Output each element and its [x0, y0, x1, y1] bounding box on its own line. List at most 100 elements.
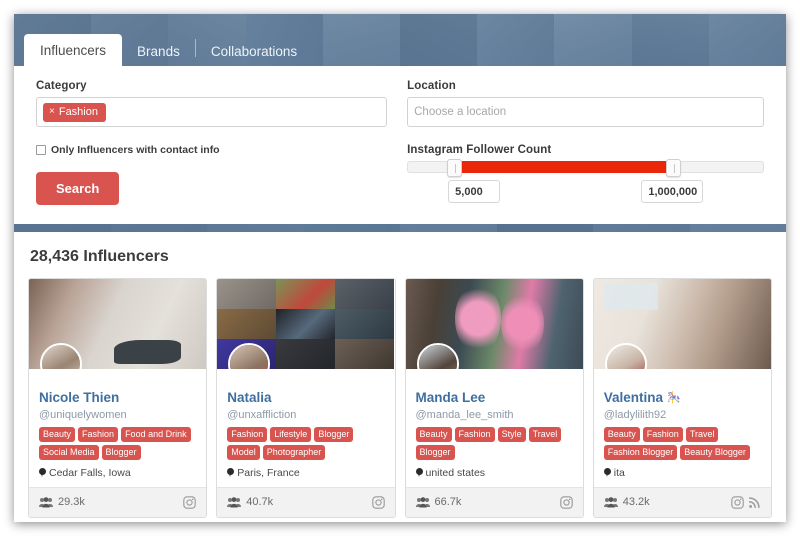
instagram-icon[interactable] — [183, 496, 197, 509]
tag[interactable]: Social Media — [39, 444, 99, 460]
instagram-icon[interactable] — [731, 496, 744, 509]
influencer-handle: @ladylilith92 — [603, 408, 667, 421]
influencer-name[interactable]: Natalia — [227, 390, 384, 406]
tag[interactable]: Fashion — [78, 426, 119, 442]
location-pin-icon — [227, 467, 235, 478]
influencer-location: Cedar Falls, Iowa — [39, 467, 196, 479]
search-button[interactable]: Search — [36, 172, 120, 205]
search-left-column: Category × Fashion Only Influencers with… — [36, 80, 388, 206]
influencer-tags: Fashion Lifestyle Blogger Model Photogra… — [227, 426, 384, 460]
tag[interactable]: Blogger — [415, 444, 455, 460]
influencer-name-text: Valentina — [603, 390, 664, 405]
card-body: Natalia @unxaffliction Fashion Lifestyle… — [217, 369, 394, 487]
tag[interactable]: Travel — [685, 426, 719, 442]
users-icon — [603, 497, 618, 508]
card-cover-photo — [217, 279, 395, 369]
influencer-tags: Beauty Fashion Food and Drink Social Med… — [39, 426, 196, 460]
category-input[interactable]: × Fashion — [36, 97, 388, 127]
slider-handle-min[interactable] — [447, 159, 463, 177]
influencer-handle: @manda_lee_smith — [415, 408, 514, 421]
tag[interactable]: Model — [227, 444, 260, 460]
tag[interactable]: Beauty — [603, 426, 640, 442]
main-tabs: Influencers Brands Collaborations — [24, 33, 312, 67]
tag[interactable]: Beauty — [39, 426, 76, 442]
follower-stat: 66.7k — [415, 496, 461, 508]
tag[interactable]: Beauty Blogger — [680, 444, 750, 460]
users-icon — [415, 497, 430, 508]
location-text: Cedar Falls, Iowa — [49, 466, 131, 479]
tag[interactable]: Travel — [528, 426, 562, 442]
slider-range-fill — [457, 161, 675, 173]
tab-collaborations[interactable]: Collaborations — [196, 36, 312, 67]
card-body: Nicole Thien @uniquelywomen Beauty Fashi… — [29, 369, 206, 487]
card-footer: 40.7k — [217, 486, 395, 517]
contact-info-checkbox[interactable] — [36, 145, 46, 155]
card-body: Manda Lee @manda_lee_smith Beauty Fashio… — [406, 369, 583, 487]
influencer-name[interactable]: Valentina 🎠 — [603, 390, 761, 406]
influencer-handle: @unxaffliction — [227, 408, 297, 421]
tag[interactable]: Beauty — [415, 426, 452, 442]
location-input[interactable]: Choose a location — [407, 97, 764, 127]
influencer-handle: @uniquelywomen — [39, 408, 127, 421]
influencer-name-text: Natalia — [227, 390, 272, 405]
tag[interactable]: Style — [497, 426, 526, 442]
users-icon — [39, 497, 53, 508]
tag[interactable]: Blogger — [314, 426, 354, 442]
results-section: 28,436 Influencers Nicole Thien @uniquel… — [14, 232, 786, 518]
rss-icon[interactable] — [748, 496, 761, 509]
follower-stat: 40.7k — [227, 496, 273, 508]
influencer-card-grid: Nicole Thien @uniquelywomen Beauty Fashi… — [28, 278, 772, 518]
follower-stat: 43.2k — [603, 496, 650, 508]
tag[interactable]: Fashion — [642, 426, 683, 442]
instagram-icon[interactable] — [371, 496, 385, 509]
follower-stat: 29.3k — [39, 496, 85, 508]
influencer-location: Paris, France — [227, 467, 384, 479]
tab-influencers[interactable]: Influencers — [24, 33, 123, 66]
slider-handle-max[interactable] — [666, 159, 682, 177]
influencer-card[interactable]: Manda Lee @manda_lee_smith Beauty Fashio… — [404, 278, 584, 518]
category-token-label: Fashion — [58, 105, 98, 118]
follower-min-input[interactable]: 5,000 — [448, 180, 501, 203]
influencer-tags: Beauty Fashion Style Travel Blogger — [415, 426, 573, 460]
influencer-card[interactable]: Valentina 🎠 @ladylilith92 Beauty Fashion… — [592, 278, 772, 518]
search-panel: Category × Fashion Only Influencers with… — [14, 66, 786, 224]
tag[interactable]: Photographer — [262, 444, 326, 460]
influencer-location: united states — [415, 467, 573, 479]
influencer-tags: Beauty Fashion Travel Fashion Blogger Be… — [603, 426, 761, 460]
header-band: Influencers Brands Collaborations — [14, 14, 786, 66]
card-cover-photo — [29, 279, 207, 369]
users-icon — [227, 497, 242, 508]
influencer-location: ita — [603, 466, 761, 479]
tag[interactable]: Lifestyle — [270, 426, 312, 442]
influencer-card[interactable]: Natalia @unxaffliction Fashion Lifestyle… — [216, 278, 396, 518]
tag[interactable]: Fashion — [227, 426, 268, 442]
tab-brands[interactable]: Brands — [122, 36, 195, 67]
contact-info-checkbox-row[interactable]: Only Influencers with contact info — [36, 144, 387, 156]
card-social-links — [371, 496, 385, 509]
location-label: Location — [407, 80, 456, 92]
search-panel-wrap: Category × Fashion Only Influencers with… — [14, 66, 786, 232]
influencer-name-text: Nicole Thien — [39, 390, 120, 405]
location-text: ita — [613, 466, 625, 479]
card-cover-photo — [405, 279, 583, 369]
influencer-name[interactable]: Nicole Thien — [39, 390, 196, 406]
location-placeholder: Choose a location — [414, 106, 507, 118]
tag[interactable]: Food and Drink — [121, 426, 191, 442]
card-social-links — [559, 496, 573, 509]
influencer-card[interactable]: Nicole Thien @uniquelywomen Beauty Fashi… — [28, 278, 208, 518]
card-footer: 43.2k — [593, 486, 771, 517]
remove-token-icon[interactable]: × — [49, 107, 55, 117]
instagram-icon[interactable] — [559, 496, 573, 509]
follower-count-slider[interactable] — [407, 159, 764, 177]
tag[interactable]: Fashion — [454, 426, 495, 442]
card-social-links — [731, 496, 761, 509]
tag[interactable]: Blogger — [101, 444, 141, 460]
tag[interactable]: Fashion Blogger — [603, 444, 678, 460]
app-window: Influencers Brands Collaborations Catego… — [14, 14, 786, 522]
influencer-name[interactable]: Manda Lee — [416, 390, 573, 406]
card-social-links — [183, 496, 197, 509]
follower-max-input[interactable]: 1,000,000 — [641, 180, 704, 203]
follower-count-values: 5,000 1,000,000 — [407, 180, 764, 206]
category-token-fashion[interactable]: × Fashion — [43, 102, 106, 122]
card-footer: 29.3k — [29, 486, 207, 517]
